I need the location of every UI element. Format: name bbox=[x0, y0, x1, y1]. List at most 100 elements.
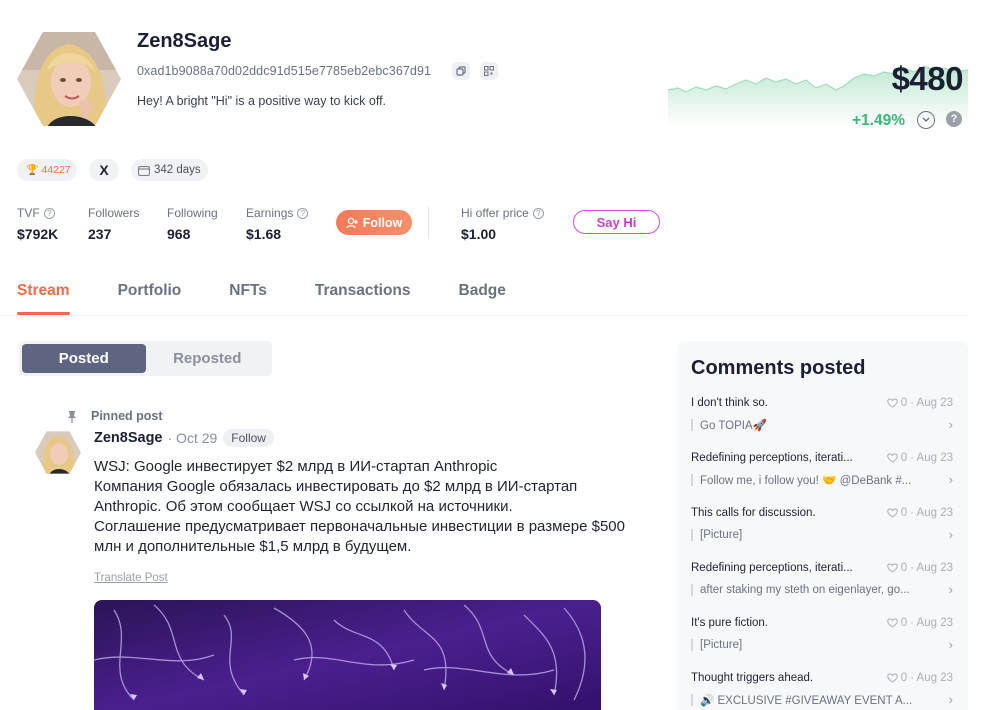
comment-text: Redefining perceptions, iterati... bbox=[691, 452, 853, 464]
chevron-right-icon[interactable]: › bbox=[949, 637, 953, 652]
quote-bar bbox=[691, 693, 693, 706]
comment-meta: 0 · Aug 23 bbox=[886, 562, 953, 574]
tab-portfolio[interactable]: Portfolio bbox=[118, 282, 182, 315]
chevron-right-icon[interactable]: › bbox=[949, 527, 953, 542]
stat-followers[interactable]: Followers 237 bbox=[88, 206, 139, 242]
comment-meta: 0 · Aug 23 bbox=[886, 617, 953, 629]
follow-button[interactable]: Follow bbox=[336, 210, 412, 235]
comment-text: Thought triggers ahead. bbox=[691, 672, 814, 684]
stat-label: Hi offer price bbox=[461, 206, 529, 220]
comment-meta: 0 · Aug 23 bbox=[886, 507, 953, 519]
account-age: 342 days bbox=[154, 164, 201, 176]
add-user-icon bbox=[346, 217, 358, 228]
translate-post-link[interactable]: Translate Post bbox=[94, 572, 168, 584]
comment-parent-post: [Picture] bbox=[700, 638, 743, 651]
stat-label: Followers bbox=[88, 206, 140, 220]
profile-avatar bbox=[17, 31, 121, 127]
comment-parent-post: 🔊 EXCLUSIVE #GIVEAWAY EVENT A... bbox=[700, 694, 913, 707]
chevron-right-icon[interactable]: › bbox=[949, 417, 953, 432]
heart-icon[interactable] bbox=[886, 618, 898, 628]
x-badge[interactable]: X bbox=[89, 159, 119, 181]
qr-code-icon[interactable] bbox=[480, 62, 498, 80]
pinned-label: Pinned post bbox=[91, 409, 163, 423]
tab-nfts[interactable]: NFTs bbox=[229, 282, 267, 315]
post-follow-button[interactable]: Follow bbox=[223, 429, 274, 447]
comment-text: This calls for discussion. bbox=[691, 507, 816, 519]
tab-transactions[interactable]: Transactions bbox=[315, 282, 411, 315]
comment-parent-post: after staking my steth on eigenlayer, go… bbox=[700, 583, 910, 596]
stat-hi-offer: Hi offer price? $1.00 bbox=[461, 206, 544, 242]
stat-label: TVF bbox=[17, 206, 40, 220]
chevron-right-icon[interactable]: › bbox=[949, 582, 953, 597]
help-icon[interactable]: ? bbox=[43, 207, 55, 219]
stat-value: 237 bbox=[88, 226, 112, 242]
comment-item[interactable]: It's pure fiction. 0 · Aug 23 [Picture] › bbox=[691, 617, 953, 652]
stat-value: $1.00 bbox=[461, 226, 497, 242]
comment-text: I don't think so. bbox=[691, 397, 768, 409]
comment-date: · Aug 23 bbox=[910, 507, 953, 519]
pin-icon bbox=[68, 410, 76, 423]
quote-bar bbox=[691, 638, 693, 651]
stat-value: $792K bbox=[17, 226, 59, 242]
stat-value: 968 bbox=[167, 226, 191, 242]
tab-stream[interactable]: Stream bbox=[17, 282, 70, 315]
chevron-right-icon[interactable]: › bbox=[949, 472, 953, 487]
post-line: WSJ: Google инвестирует $2 млрд в ИИ-ста… bbox=[94, 458, 498, 475]
chevron-down-icon[interactable] bbox=[917, 111, 935, 129]
comment-likes: 0 bbox=[900, 562, 908, 574]
segment-reposted[interactable]: Reposted bbox=[146, 344, 270, 373]
comment-date: · Aug 23 bbox=[910, 617, 953, 629]
stat-value: $1.68 bbox=[246, 226, 282, 242]
heart-icon[interactable] bbox=[886, 398, 898, 408]
heart-icon[interactable] bbox=[886, 673, 898, 683]
comment-parent-post: [Picture] bbox=[700, 528, 743, 541]
comments-title: Comments posted bbox=[691, 357, 866, 379]
divider bbox=[428, 206, 429, 239]
post-author-avatar[interactable] bbox=[35, 431, 81, 474]
post-line: Соглашение предусматривает первоначальны… bbox=[94, 518, 625, 555]
post-line: Компания Google обязалась инвестировать … bbox=[94, 478, 578, 515]
comment-date: · Aug 23 bbox=[910, 672, 953, 684]
quote-bar bbox=[691, 528, 693, 541]
comment-item[interactable]: This calls for discussion. 0 · Aug 23 [Pict… bbox=[691, 507, 953, 542]
say-hi-button[interactable]: Say Hi bbox=[573, 210, 660, 234]
comment-item[interactable]: Redefining perceptions, iterati... 0 · Aug… bbox=[691, 562, 953, 597]
post-body: WSJ: Google инвестирует $2 млрд в ИИ-ста… bbox=[94, 457, 634, 557]
calendar-icon bbox=[138, 165, 150, 176]
comment-item[interactable]: Thought triggers ahead. 0 · Aug 23 🔊 EXCLUS… bbox=[691, 672, 953, 707]
comment-item[interactable]: Redefining perceptions, iterati... 0 · Aug… bbox=[691, 452, 953, 487]
help-icon[interactable]: ? bbox=[297, 207, 309, 219]
heart-icon[interactable] bbox=[886, 453, 898, 463]
post-author[interactable]: Zen8Sage bbox=[94, 430, 163, 446]
follow-label: Follow bbox=[362, 215, 403, 230]
chevron-right-icon[interactable]: › bbox=[949, 692, 953, 707]
help-icon[interactable]: ? bbox=[946, 111, 962, 127]
quote-bar bbox=[691, 473, 693, 486]
comment-likes: 0 bbox=[900, 452, 908, 464]
segment-posted[interactable]: Posted bbox=[22, 344, 146, 373]
post-date: · Oct 29 bbox=[167, 430, 218, 446]
stat-following[interactable]: Following 968 bbox=[167, 206, 218, 242]
profile-name: Zen8Sage bbox=[137, 30, 232, 52]
comment-item[interactable]: I don't think so. 0 · Aug 23 Go TOPIA🚀 › bbox=[691, 397, 953, 432]
comment-likes: 0 bbox=[900, 507, 908, 519]
post-image[interactable] bbox=[94, 600, 601, 710]
comment-date: · Aug 23 bbox=[910, 452, 953, 464]
stat-label: Following bbox=[167, 206, 218, 220]
copy-icon[interactable] bbox=[452, 62, 470, 80]
quote-bar bbox=[691, 583, 693, 596]
tab-badge[interactable]: Badge bbox=[459, 282, 506, 315]
account-age-badge: 342 days bbox=[131, 159, 208, 181]
quote-bar bbox=[691, 418, 693, 431]
pinned-indicator: Pinned post bbox=[67, 409, 163, 423]
trophy-badge[interactable]: 🏆 44227 bbox=[17, 159, 77, 181]
divider bbox=[0, 315, 968, 316]
heart-icon[interactable] bbox=[886, 563, 898, 573]
comment-meta: 0 · Aug 23 bbox=[886, 397, 953, 409]
trophy-icon: 🏆 bbox=[26, 164, 39, 176]
stat-label: Earnings bbox=[246, 206, 294, 220]
comment-meta: 0 · Aug 23 bbox=[886, 452, 953, 464]
help-icon[interactable]: ? bbox=[532, 207, 544, 219]
heart-icon[interactable] bbox=[886, 508, 898, 518]
comments-panel: Comments posted I don't think so. 0 · Aug … bbox=[677, 341, 968, 710]
